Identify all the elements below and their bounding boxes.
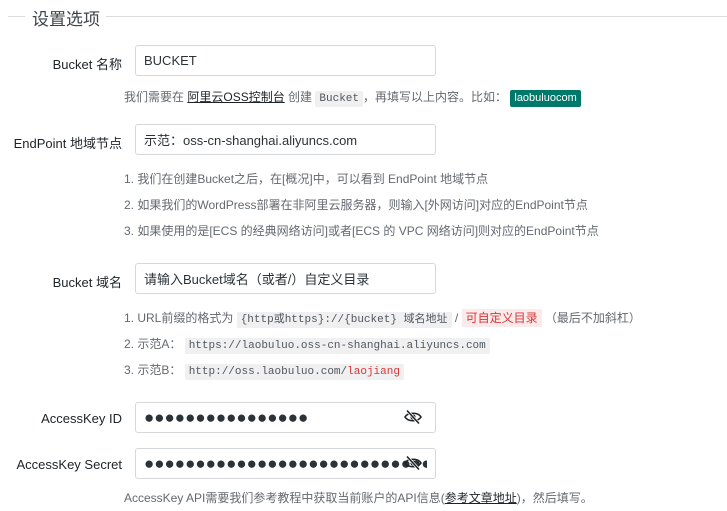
url-format-code: {http或https}://{bucket} 域名地址: [236, 312, 452, 328]
bucket-domain-note: 1. URL前缀的格式为 {http或https}://{bucket} 域名地…: [124, 309, 641, 328]
help-text: 创建: [288, 90, 313, 104]
endpoint-note: 3. 如果使用的是[ECS 的经典网络访问]或者[ECS 的 VPC 网络访问]…: [124, 224, 599, 238]
aliyun-oss-console-link[interactable]: 阿里云OSS控制台: [187, 90, 284, 104]
help-text: （最后不加斜杠）: [544, 311, 641, 325]
code-text: http://oss.laobuluo.com/: [188, 366, 348, 378]
help-text: 我们需要在: [124, 90, 185, 104]
divider: [8, 16, 25, 17]
reference-article-link[interactable]: 参考文章地址: [445, 491, 517, 505]
access-key-help: AccessKey API需要我们参考教程中获取当前账户的API信息(参考文章地…: [124, 489, 593, 506]
divider: [106, 16, 727, 17]
eye-slash-icon[interactable]: [404, 409, 422, 425]
code-text-highlight: laojiang: [347, 366, 400, 378]
bucket-name-input[interactable]: [135, 45, 436, 76]
custom-dir-tag: 可自定义目录: [461, 309, 542, 327]
access-key-id-field: [135, 402, 436, 433]
example-b-code: http://oss.laobuluo.com/laojiang: [184, 364, 404, 380]
eye-slash-icon[interactable]: [404, 455, 422, 471]
help-text: /: [454, 311, 459, 325]
help-text: 3. 示范B：: [124, 363, 182, 377]
endpoint-note: 1. 我们在创建Bucket之后，在[概况]中，可以看到 EndPoint 地域…: [124, 172, 489, 186]
access-key-secret-input[interactable]: [135, 448, 436, 479]
help-text: ，再填写以上内容。比如：: [363, 90, 508, 104]
help-text: AccessKey API需要我们参考教程中获取当前账户的API信息(: [124, 491, 445, 505]
bucket-domain-input[interactable]: [135, 263, 436, 294]
help-text: 1. URL前缀的格式为: [124, 311, 234, 325]
access-key-id-input[interactable]: [135, 402, 436, 433]
access-key-id-label: AccessKey ID: [41, 411, 122, 426]
help-text: )，然后填写。: [516, 491, 593, 505]
endpoint-note: 2. 如果我们的WordPress部署在非阿里云服务器，则输入[外网访问]对应的…: [124, 198, 588, 212]
example-a-code: https://laobuluo.oss-cn-shanghai.aliyunc…: [184, 338, 490, 354]
bucket-domain-note: 2. 示范A： https://laobuluo.oss-cn-shanghai…: [124, 335, 490, 354]
bucket-name-label: Bucket 名称: [52, 57, 122, 72]
access-key-secret-label: AccessKey Secret: [16, 457, 123, 472]
endpoint-input[interactable]: [135, 124, 436, 155]
bucket-domain-label: Bucket 域名: [52, 275, 122, 290]
section-title: 设置选项: [32, 10, 100, 29]
bucket-code: Bucket: [315, 91, 364, 107]
bucket-domain-note: 3. 示范B： http://oss.laobuluo.com/laojiang: [124, 361, 404, 380]
endpoint-label: EndPoint 地域节点: [13, 136, 122, 151]
example-badge: laobuluocom: [510, 90, 581, 107]
access-key-secret-field: [135, 448, 436, 479]
bucket-name-help: 我们需要在 阿里云OSS控制台 创建 Bucket ，再填写以上内容。比如： la…: [124, 88, 581, 107]
help-text: 2. 示范A：: [124, 337, 182, 351]
